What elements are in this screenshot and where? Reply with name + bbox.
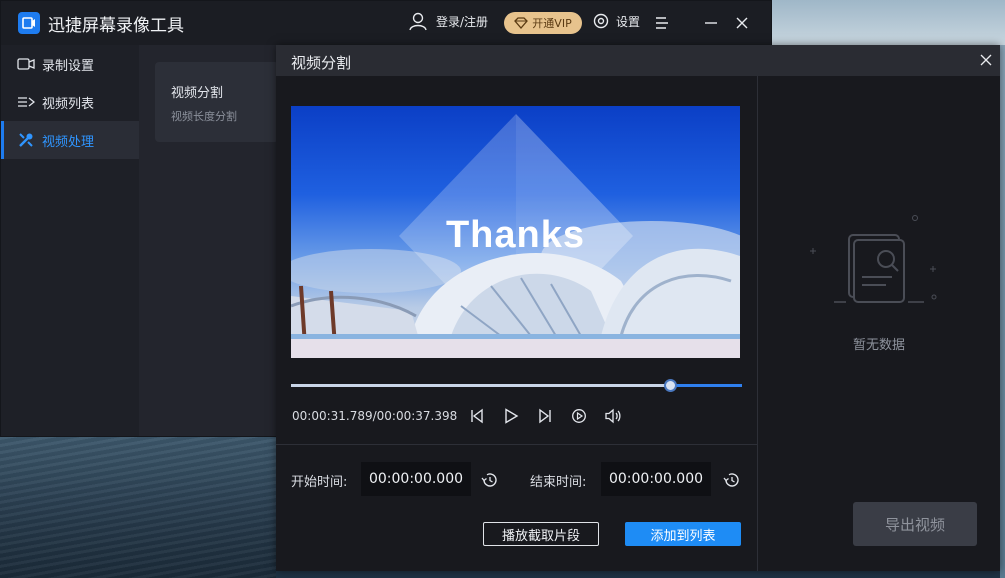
play-clip-button[interactable]: 播放截取片段 [483, 522, 599, 546]
minimize-icon [705, 22, 717, 24]
next-frame-button[interactable] [535, 406, 555, 426]
end-time-input[interactable]: 00:00:00.000 [601, 462, 711, 496]
replay-icon [572, 409, 586, 423]
desktop-wallpaper-sea [0, 437, 276, 578]
tools-icon [17, 131, 35, 149]
app-title: 迅捷屏幕录像工具 [48, 15, 184, 36]
title-bar: 迅捷屏幕录像工具 登录/注册 开通VIP 设置 [1, 1, 771, 45]
previous-frame-button[interactable] [467, 406, 487, 426]
progress-handle[interactable] [663, 379, 677, 392]
start-time-reset-button[interactable] [479, 470, 499, 490]
close-window-button[interactable] [732, 13, 752, 33]
play-button[interactable] [501, 406, 521, 426]
sidebar-item-label: 视频处理 [42, 134, 95, 150]
time-readout: 00:00:31.789/00:00:37.398 [292, 409, 458, 423]
video-split-dialog: 视频分割 Thanks 00:00:31.789/00:00:37.398 开始… [276, 45, 1000, 571]
settings-button[interactable]: 设置 [592, 12, 640, 30]
playback-progress-bar[interactable] [291, 379, 742, 392]
empty-document-icon [810, 215, 937, 303]
gear-icon [593, 13, 609, 29]
vip-button[interactable]: 开通VIP [504, 12, 582, 34]
list-icon [17, 93, 35, 111]
add-to-list-button[interactable]: 添加到列表 [625, 522, 741, 546]
minimize-button[interactable] [701, 13, 721, 33]
close-icon [980, 54, 992, 66]
replay-button[interactable] [569, 406, 589, 426]
clock-reset-icon [481, 473, 497, 487]
sidebar-item-video-processing[interactable]: 视频处理 [1, 121, 139, 159]
video-split-card[interactable]: 视频分割 视频长度分割 [155, 62, 279, 142]
dialog-close-button[interactable] [977, 51, 995, 69]
close-icon [736, 17, 748, 29]
export-video-button[interactable]: 导出视频 [853, 502, 977, 546]
menu-button[interactable] [652, 13, 672, 33]
volume-icon [605, 408, 621, 424]
login-register-button[interactable]: 登录/注册 [408, 11, 488, 31]
dialog-header: 视频分割 [276, 45, 1000, 76]
login-register-label: 登录/注册 [436, 14, 489, 29]
desktop-wallpaper [772, 0, 1005, 45]
clock-reset-icon [723, 473, 739, 487]
card-title: 视频分割 [171, 86, 224, 101]
play-icon [505, 408, 519, 424]
start-time-input[interactable]: 00:00:00.000 [361, 462, 471, 496]
empty-state-text: 暂无数据 [852, 338, 905, 353]
desktop-wallpaper-edge [1000, 45, 1005, 578]
skip-forward-icon [539, 408, 551, 424]
panel-divider [757, 76, 758, 571]
card-subtitle: 视频长度分割 [171, 110, 237, 123]
sidebar-item-record-settings[interactable]: 录制设置 [1, 45, 139, 83]
start-time-label: 开始时间: [291, 475, 348, 490]
menu-icon [656, 17, 668, 29]
volume-button[interactable] [603, 406, 623, 426]
user-icon [409, 12, 427, 31]
sidebar: 录制设置 视频列表 视频处理 [1, 45, 139, 436]
camera-icon [17, 55, 35, 73]
end-time-label: 结束时间: [530, 475, 587, 490]
sidebar-item-video-list[interactable]: 视频列表 [1, 83, 139, 121]
video-overlay-text: Thanks [445, 214, 586, 256]
section-divider [276, 444, 757, 445]
sidebar-item-label: 视频列表 [42, 96, 95, 112]
end-time-reset-button[interactable] [721, 470, 741, 490]
app-logo-icon [18, 12, 40, 34]
sidebar-item-label: 录制设置 [42, 58, 95, 74]
dialog-title: 视频分割 [291, 54, 352, 72]
vip-label: 开通VIP [532, 17, 572, 30]
progress-fill [291, 384, 670, 387]
diamond-icon [514, 17, 529, 29]
skip-back-icon [471, 408, 483, 424]
settings-label: 设置 [616, 14, 641, 29]
video-preview[interactable]: Thanks [291, 106, 740, 358]
